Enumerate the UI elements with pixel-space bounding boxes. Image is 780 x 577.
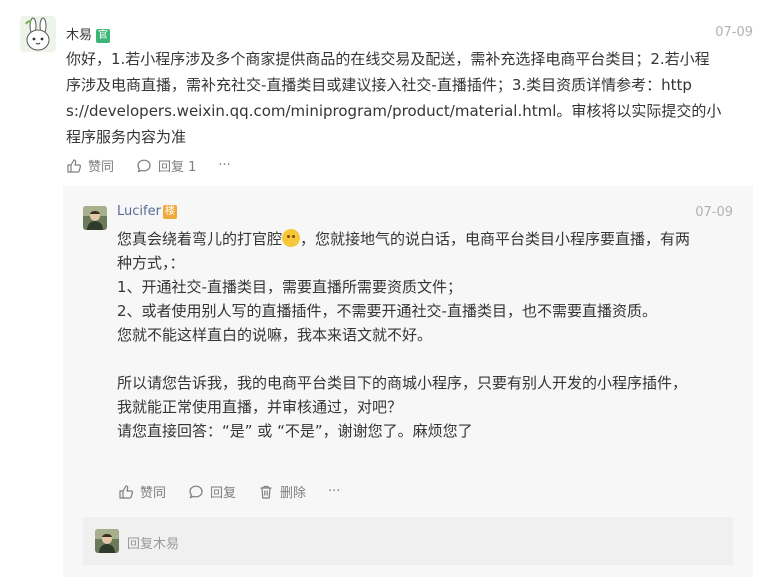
- reply-line: 种方式，：: [117, 254, 185, 272]
- reply-avatar[interactable]: [83, 206, 107, 230]
- reply-line: 请您直接回答：“是” 或 “不是”，谢谢您了。麻烦您了: [117, 422, 473, 440]
- reply-author[interactable]: Lucifer 楼: [117, 204, 177, 219]
- chat-bubble-icon: [137, 159, 151, 172]
- author-name[interactable]: 木易: [66, 28, 92, 43]
- reply-button[interactable]: 回复 1: [136, 156, 196, 175]
- reply-button[interactable]: 回复: [188, 482, 236, 501]
- reply-line: 您就不能这样直白的说嘛，我本来语文就不好。: [117, 326, 433, 344]
- comment-content: 你好，1.若小程序涉及多个商家提供商品的在线交易及配送，需补充选择电商平台类目；…: [66, 46, 756, 150]
- reply-content: 您真会绕着弯儿的打官腔 ，您就接地气的说白话，电商平台类目小程序要直播，有两 种方…: [117, 227, 737, 443]
- delete-button[interactable]: 删除: [258, 482, 306, 501]
- reply-line: 您真会绕着弯儿的打官腔 ，您就接地气的说白话，电商平台类目小程序要直播，有两: [117, 227, 737, 251]
- reply-text: ，您就接地气的说白话，电商平台类目小程序要直播，有两: [300, 230, 691, 248]
- reply-actions: 赞同 回复 删除 ···: [118, 482, 362, 501]
- chat-bubble-icon: [189, 485, 203, 498]
- smile-emoji-icon: [282, 229, 301, 247]
- floor-badge: 楼: [162, 205, 177, 219]
- comment-author[interactable]: 木易官: [66, 24, 111, 43]
- comment-actions: 赞同 回复 1 ···: [66, 156, 253, 175]
- reply-label: 回复: [210, 486, 237, 501]
- reply-line: 所以请您告诉我，我的电商平台类目下的商城小程序，只要有别人开发的小程序插件，: [117, 374, 688, 392]
- reply-text: 您真会绕着弯儿的打官腔: [117, 230, 283, 248]
- reply-input[interactable]: [83, 517, 733, 565]
- comment-line: 序涉及电商直播，需补充社交-直播类目或建议接入社交-直播插件；3.类目资质详情参…: [66, 76, 692, 94]
- trash-icon: [260, 485, 272, 499]
- comment-line: 你好，1.若小程序涉及多个商家提供商品的在线交易及配送，需补充选择电商平台类目；…: [66, 50, 710, 68]
- reply-date: 07-09: [695, 205, 733, 220]
- rabbit-avatar-icon: [20, 16, 56, 52]
- user-photo-icon: [83, 206, 107, 230]
- like-label: 赞同: [140, 486, 167, 501]
- user-photo-icon: [95, 529, 119, 553]
- reply-line: 2、或者使用别人写的直播插件，不需要开通社交-直播类目，也不需要直播资质。: [117, 302, 657, 320]
- thumbs-up-icon: [67, 158, 82, 173]
- current-user-avatar: [95, 529, 119, 553]
- comment-thread: 木易官 07-09 你好，1.若小程序涉及多个商家提供商品的在线交易及配送，需补…: [0, 0, 780, 577]
- avatar[interactable]: [20, 16, 56, 52]
- comment-line: 程序服务内容为准: [66, 128, 187, 146]
- comment-date: 07-09: [715, 25, 753, 40]
- reply-line: 我就能正常使用直播，并审核通过，对吧？: [117, 398, 403, 416]
- more-icon: ···: [328, 484, 341, 499]
- more-icon: ···: [218, 158, 231, 173]
- reply-input-placeholder[interactable]: 回复木易: [127, 533, 179, 552]
- reply-label: 回复 1: [158, 160, 197, 175]
- official-badge: 官: [96, 29, 111, 43]
- author-name[interactable]: Lucifer: [117, 204, 161, 219]
- like-button[interactable]: 赞同: [118, 482, 166, 501]
- more-button[interactable]: ···: [328, 484, 340, 499]
- like-label: 赞同: [88, 160, 115, 175]
- more-button[interactable]: ···: [218, 158, 230, 173]
- thumbs-up-icon: [119, 484, 134, 499]
- delete-label: 删除: [280, 486, 307, 501]
- like-button[interactable]: 赞同: [66, 156, 114, 175]
- comment-line: s://developers.weixin.qq.com/miniprogram…: [66, 102, 722, 120]
- reply-line: 1、开通社交-直播类目，需要直播所需要资质文件；: [117, 278, 462, 296]
